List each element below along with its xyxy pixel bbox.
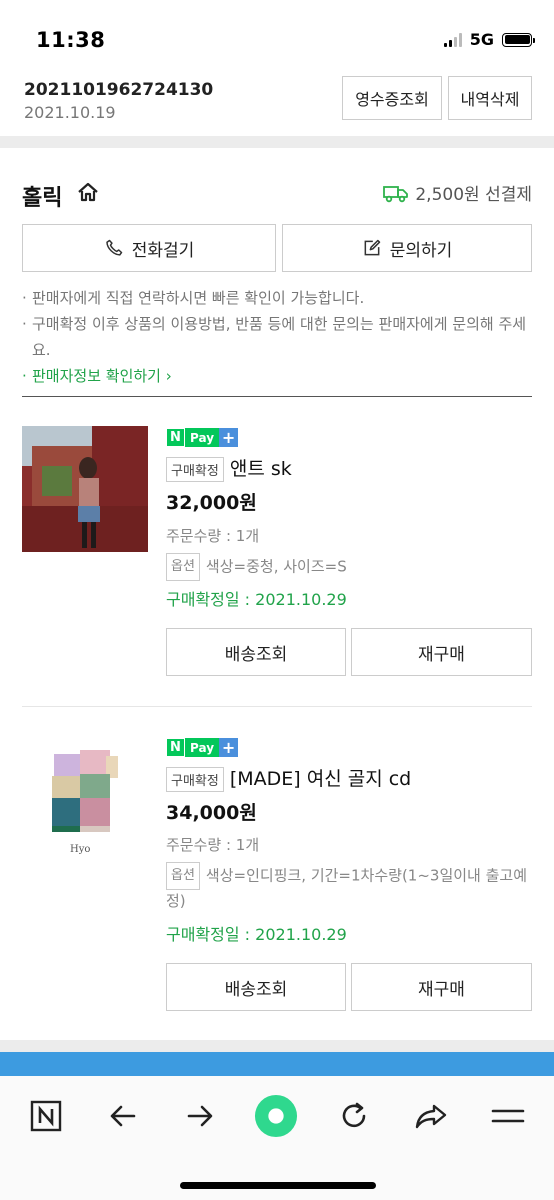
order-date: 2021.10.19 <box>24 103 116 122</box>
truck-icon <box>383 185 409 202</box>
purchase-confirmed-badge: 구매확정 <box>166 457 224 482</box>
rebuy-button[interactable]: 재구매 <box>351 628 532 676</box>
option-badge: 옵션 <box>166 862 200 890</box>
n-logo-icon[interactable] <box>24 1094 68 1138</box>
refresh-icon[interactable] <box>332 1094 376 1138</box>
status-bar: 11:38 5G <box>0 0 554 72</box>
battery-icon <box>502 32 535 47</box>
seller-notes: · 판매자에게 직접 연락하시면 빠른 확인이 가능합니다. · 구매확정 이후 상… <box>22 285 534 389</box>
browser-toolbar <box>0 1076 554 1200</box>
home-indicator <box>180 1182 376 1189</box>
share-icon[interactable] <box>409 1094 453 1138</box>
shipping-info: 2,500원 선결제 <box>383 180 532 205</box>
product-image[interactable] <box>22 426 148 552</box>
order-header: 2021101962724130 2021.10.19 영수증조회 내역삭제 <box>0 72 554 134</box>
back-arrow-icon[interactable] <box>101 1094 145 1138</box>
call-button-label: 전화걸기 <box>131 240 195 261</box>
product-option: 옵션 색상=인디핑크, 기간=1차수량(1~3일이내 출고예정) <box>166 862 536 912</box>
svg-text:Hyo: Hyo <box>70 844 90 855</box>
track-delivery-button[interactable]: 배송조회 <box>166 963 346 1011</box>
product-name[interactable]: 구매확정 [MADE] 여신 골지 cd <box>166 764 411 792</box>
signal-icon <box>443 32 462 47</box>
product-price: 32,000원 <box>166 492 257 514</box>
status-time: 11:38 <box>36 28 106 52</box>
confirm-date: 구매확정일 : 2021.10.29 <box>166 590 347 609</box>
home-icon[interactable] <box>76 180 100 204</box>
divider <box>22 396 532 397</box>
order-quantity: 주문수량 : 1개 <box>166 527 260 545</box>
inquiry-button[interactable]: 문의하기 <box>282 224 532 272</box>
green-dot-icon[interactable] <box>254 1094 298 1138</box>
call-button[interactable]: 전화걸기 <box>22 224 276 272</box>
purchase-confirmed-badge: 구매확정 <box>166 767 224 792</box>
inquiry-button-label: 문의하기 <box>389 240 453 261</box>
note-line: · 판매자에게 직접 연락하시면 빠른 확인이 가능합니다. <box>22 289 365 307</box>
edit-icon <box>364 239 380 256</box>
product-option: 옵션 색상=중청, 사이즈=S <box>166 553 536 581</box>
seller-info-link[interactable]: · 판매자정보 확인하기 › <box>22 363 534 389</box>
shop-name[interactable]: 홀릭 <box>22 180 62 212</box>
order-quantity: 주문수량 : 1개 <box>166 836 260 854</box>
rebuy-button[interactable]: 재구매 <box>351 963 532 1011</box>
section-divider <box>0 136 554 148</box>
option-badge: 옵션 <box>166 553 200 581</box>
product-name[interactable]: 구매확정 앤트 sk <box>166 454 292 482</box>
shop-row: 홀릭 2,500원 선결제 <box>0 168 554 216</box>
npay-badge: N Pay + <box>166 428 239 447</box>
delete-history-button[interactable]: 내역삭제 <box>448 76 532 120</box>
section-divider <box>0 1040 554 1052</box>
status-icons: 5G <box>443 30 535 49</box>
shipping-fee: 2,500원 선결제 <box>415 185 532 205</box>
note-line: · 구매확정 이후 상품의 이용방법, 반품 등에 대한 문의는 판매자에게 문의… <box>22 315 527 359</box>
phone-icon <box>105 239 122 256</box>
order-number: 2021101962724130 <box>24 80 214 100</box>
network-type: 5G <box>469 30 494 49</box>
menu-icon[interactable] <box>486 1094 530 1138</box>
blue-banner <box>0 1052 554 1076</box>
track-delivery-button[interactable]: 배송조회 <box>166 628 346 676</box>
divider <box>22 706 532 707</box>
forward-arrow-icon[interactable] <box>178 1094 222 1138</box>
npay-badge: N Pay + <box>166 738 239 757</box>
receipt-button[interactable]: 영수증조회 <box>342 76 442 120</box>
product-image[interactable]: Hyo <box>22 740 148 866</box>
product-price: 34,000원 <box>166 802 257 824</box>
confirm-date: 구매확정일 : 2021.10.29 <box>166 925 347 944</box>
